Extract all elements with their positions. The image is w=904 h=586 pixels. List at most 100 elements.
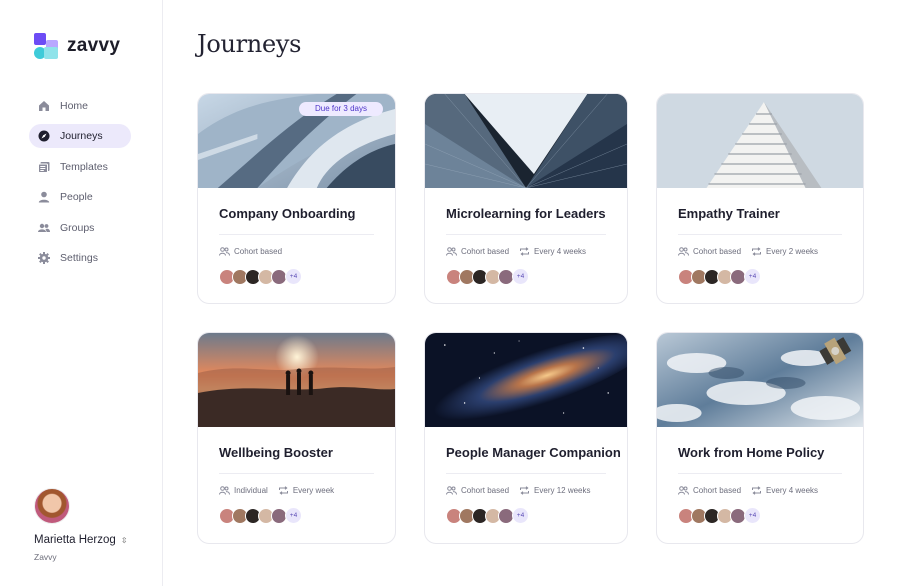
card-type-label: Individual xyxy=(234,486,268,495)
profile-name: Marietta Herzog xyxy=(34,534,116,546)
card-image-earth xyxy=(657,333,863,427)
card-image-pyramid-building xyxy=(657,94,863,188)
card-image-skyscraper xyxy=(425,94,627,188)
group-icon xyxy=(38,222,50,234)
sidebar-item-label: Home xyxy=(60,100,89,112)
main-content: Journeys Due for 3 days Company Onboardi… xyxy=(163,0,904,586)
journey-card[interactable]: Wellbeing Booster Individual Every week … xyxy=(197,332,396,544)
participant-avatars[interactable]: +4 xyxy=(678,507,761,524)
card-meta: Individual Every week xyxy=(219,486,344,495)
frequency: Every 4 weeks xyxy=(751,486,818,495)
participant-avatars[interactable]: +4 xyxy=(219,268,302,285)
gear-icon xyxy=(38,251,50,264)
card-type-label: Cohort based xyxy=(461,247,510,256)
card-meta: Cohort based Every 4 weeks xyxy=(446,247,596,256)
more-participants-badge: +4 xyxy=(744,507,761,524)
templates-icon xyxy=(38,161,50,173)
profile-org: Zavvy xyxy=(34,552,57,562)
journey-card[interactable]: Empathy Trainer Cohort based Every 2 wee… xyxy=(656,93,864,304)
chevron-up-down-icon[interactable]: ⇳ xyxy=(121,536,128,545)
cohort-type: Cohort based xyxy=(219,247,282,256)
sidebar-item-home[interactable]: Home xyxy=(29,94,131,118)
card-meta: Cohort based xyxy=(219,247,292,256)
more-participants-badge: +4 xyxy=(285,507,302,524)
logo-text: zavvy xyxy=(67,35,121,56)
sidebar-item-templates[interactable]: Templates xyxy=(29,155,131,179)
sidebar-item-label: People xyxy=(60,191,93,204)
participant-avatars[interactable]: +4 xyxy=(446,268,529,285)
users-icon xyxy=(446,486,457,495)
sidebar-item-label: Settings xyxy=(60,251,98,264)
sidebar: zavvy Home Journeys Templates People Gro… xyxy=(0,0,163,586)
divider xyxy=(678,473,842,474)
repeat-icon xyxy=(520,247,530,256)
card-meta: Cohort based Every 4 weeks xyxy=(678,486,828,495)
users-icon xyxy=(446,247,457,256)
repeat-icon xyxy=(520,486,530,495)
compass-icon xyxy=(38,130,50,142)
card-meta: Cohort based Every 12 weeks xyxy=(446,486,601,495)
due-badge: Due for 3 days xyxy=(298,102,383,116)
frequency: Every 12 weeks xyxy=(519,486,591,495)
journey-card[interactable]: People Manager Companion Cohort based Ev… xyxy=(424,332,628,544)
card-frequency-label: Every 2 weeks xyxy=(766,247,819,256)
frequency: Every week xyxy=(278,486,334,495)
more-participants-badge: +4 xyxy=(285,268,302,285)
frequency: Every 4 weeks xyxy=(519,247,586,256)
card-title: Microlearning for Leaders xyxy=(446,206,606,221)
profile-name-row: Marietta Herzog ⇳ xyxy=(34,534,128,546)
card-frequency-label: Every week xyxy=(292,486,335,495)
users-icon xyxy=(219,247,230,256)
more-participants-badge: +4 xyxy=(512,507,529,524)
card-title: Wellbeing Booster xyxy=(219,445,333,460)
card-frequency-label: Every 4 weeks xyxy=(766,486,819,495)
avatar xyxy=(34,488,70,524)
sidebar-item-label: Groups xyxy=(60,221,95,234)
users-icon xyxy=(678,247,689,256)
user-profile[interactable]: Marietta Herzog ⇳ Zavvy xyxy=(34,488,128,562)
card-frequency-label: Every 4 weeks xyxy=(534,247,587,256)
participant-avatars[interactable]: +4 xyxy=(446,507,529,524)
card-type-label: Cohort based xyxy=(693,247,742,256)
journey-card[interactable]: Microlearning for Leaders Cohort based E… xyxy=(424,93,628,304)
card-type-label: Cohort based xyxy=(234,247,283,256)
sidebar-item-label: Journeys xyxy=(60,130,103,143)
card-image-galaxy xyxy=(425,333,627,427)
repeat-icon xyxy=(752,486,762,495)
frequency: Every 2 weeks xyxy=(751,247,818,256)
sidebar-item-groups[interactable]: Groups xyxy=(29,216,131,240)
page-title: Journeys xyxy=(197,30,302,58)
divider xyxy=(446,234,606,235)
repeat-icon xyxy=(752,247,762,256)
divider xyxy=(446,473,606,474)
users-icon xyxy=(678,486,689,495)
card-meta: Cohort based Every 2 weeks xyxy=(678,247,828,256)
participant-avatars[interactable]: +4 xyxy=(678,268,761,285)
card-title: Work from Home Policy xyxy=(678,445,825,460)
participant-avatars[interactable]: +4 xyxy=(219,507,302,524)
card-image-sunset xyxy=(198,333,395,427)
home-icon xyxy=(38,100,50,112)
divider xyxy=(219,234,374,235)
sidebar-item-people[interactable]: People xyxy=(29,185,131,209)
divider xyxy=(678,234,842,235)
card-title: Company Onboarding xyxy=(219,206,356,221)
repeat-icon xyxy=(278,486,288,495)
person-icon xyxy=(38,191,50,203)
zavvy-logo-icon xyxy=(34,33,60,59)
sidebar-item-journeys[interactable]: Journeys xyxy=(29,124,131,149)
cohort-type: Individual xyxy=(219,486,268,495)
cohort-type: Cohort based xyxy=(678,247,741,256)
card-type-label: Cohort based xyxy=(693,486,742,495)
divider xyxy=(219,473,374,474)
sidebar-item-settings[interactable]: Settings xyxy=(29,246,131,270)
cohort-type: Cohort based xyxy=(678,486,741,495)
cohort-type: Cohort based xyxy=(446,486,509,495)
more-participants-badge: +4 xyxy=(512,268,529,285)
users-icon xyxy=(219,486,230,495)
journey-card[interactable]: Due for 3 days Company Onboarding Cohort… xyxy=(197,93,396,304)
journey-card[interactable]: Work from Home Policy Cohort based Every… xyxy=(656,332,864,544)
logo[interactable]: zavvy xyxy=(34,33,120,59)
sidebar-nav: Home Journeys Templates People Groups Se… xyxy=(29,94,131,276)
app-window: zavvy Home Journeys Templates People Gro… xyxy=(0,0,904,586)
